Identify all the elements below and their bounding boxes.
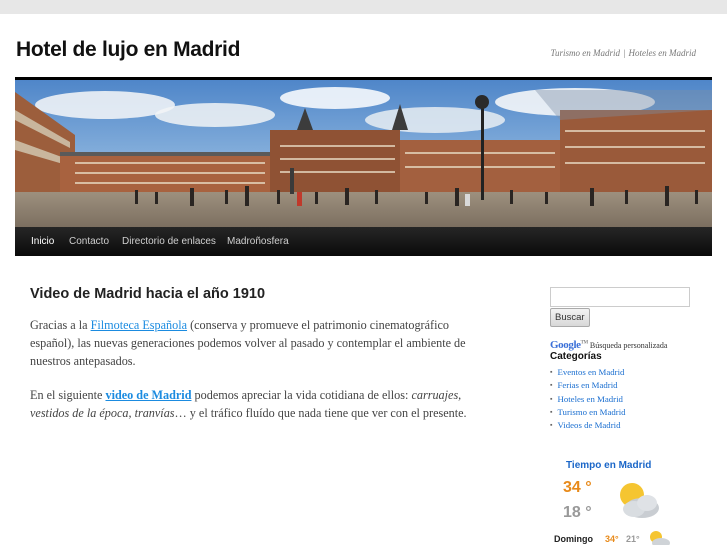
post-title[interactable]: Video de Madrid hacia el año 1910: [30, 286, 265, 302]
category-item[interactable]: Eventos en Madrid: [550, 366, 626, 379]
categories-heading: Categorías: [550, 351, 602, 362]
tagline: Turismo en Madrid | Hoteles en Madrid: [551, 48, 697, 58]
category-item[interactable]: Turismo en Madrid: [550, 406, 625, 419]
custom-search-label: Búsqueda personalizada: [589, 341, 668, 350]
forecast-day: Domingo: [554, 534, 593, 544]
page: Hotel de lujo en Madrid Turismo en Madri…: [0, 14, 727, 545]
categories-list: Eventos en Madrid Ferias en Madrid Hotel…: [550, 366, 626, 432]
category-item[interactable]: Ferias en Madrid: [550, 379, 626, 392]
text-segment: En el siguiente: [30, 388, 106, 402]
tagline-link-hoteles[interactable]: Hoteles en Madrid: [629, 48, 697, 58]
category-item[interactable]: Hoteles en Madrid: [550, 393, 626, 406]
forecast-high: 34°: [605, 534, 619, 544]
filmoteca-link[interactable]: Filmoteca Española: [91, 318, 187, 332]
partly-cloudy-icon: [620, 483, 659, 518]
google-logo-text: Google: [550, 339, 581, 351]
category-item[interactable]: Videos de Madrid: [550, 419, 626, 432]
nav-item-contacto[interactable]: Contacto: [69, 236, 109, 247]
banner-image: [15, 80, 712, 227]
search-button[interactable]: Buscar: [550, 308, 590, 327]
tagline-link-turismo[interactable]: Turismo en Madrid: [551, 48, 621, 58]
tagline-separator: |: [623, 48, 626, 58]
nav-item-madronosfera[interactable]: Madroñosfera: [227, 236, 289, 247]
text-segment: Gracias a la: [30, 318, 91, 332]
post-paragraph: Gracias a la Filmoteca Española (conserv…: [30, 316, 492, 370]
forecast-low: 21°: [626, 534, 640, 544]
google-logo: GoogleTM: [550, 339, 588, 351]
temperature-high: 34 °: [563, 479, 592, 496]
post-paragraph: En el siguiente video de Madrid podemos …: [30, 386, 492, 422]
nav-item-inicio[interactable]: Inicio: [31, 236, 54, 247]
weather-title[interactable]: Tiempo en Madrid: [566, 460, 651, 471]
site-title[interactable]: Hotel de lujo en Madrid: [16, 38, 240, 62]
text-segment: podemos apreciar la vida cotidiana de el…: [191, 388, 412, 402]
video-link[interactable]: video de Madrid: [105, 388, 191, 402]
partly-cloudy-small-icon: [650, 531, 670, 545]
post-content: Gracias a la Filmoteca Española (conserv…: [30, 316, 492, 438]
nav-item-directorio[interactable]: Directorio de enlaces: [122, 236, 216, 247]
main-nav: Inicio Contacto Directorio de enlaces Ma…: [15, 227, 712, 256]
search-input[interactable]: [550, 287, 690, 307]
google-tm: TM: [580, 340, 589, 346]
text-segment: … y el tráfico fluído que nada tiene que…: [174, 406, 467, 420]
temperature-low: 18 °: [563, 504, 592, 521]
